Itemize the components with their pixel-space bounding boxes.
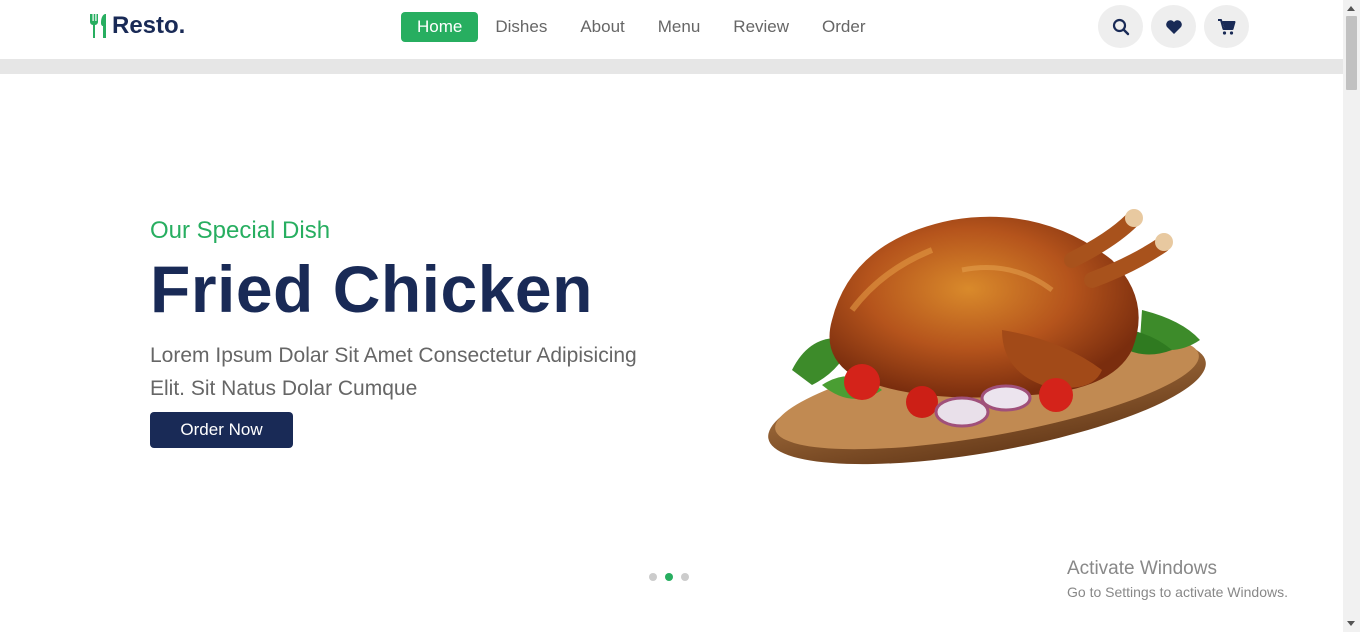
hero-subtitle: Our Special Dish — [150, 217, 331, 244]
nav-review[interactable]: Review — [717, 12, 805, 42]
header: Resto. Home Dishes About Menu Review Ord… — [0, 0, 1343, 59]
slider-pagination — [649, 573, 697, 581]
fried-chicken-image — [768, 209, 1206, 465]
hero-description-line: Lorem Ipsum Dolar Sit Amet Consectetur A… — [150, 344, 637, 367]
main-nav: Home Dishes About Menu Review Order — [401, 12, 883, 42]
wishlist-button[interactable] — [1151, 5, 1196, 48]
nav-home[interactable]: Home — [401, 12, 479, 42]
hero-description: Lorem Ipsum Dolar Sit Amet Consectetur A… — [150, 339, 710, 405]
nav-menu[interactable]: Menu — [642, 12, 717, 42]
scrollbar[interactable] — [1343, 0, 1360, 632]
nav-dishes[interactable]: Dishes — [479, 12, 563, 42]
cart-icon — [1217, 18, 1235, 35]
heart-icon — [1165, 19, 1182, 34]
slider-dot-active[interactable] — [665, 573, 673, 581]
watermark-subtitle: Go to Settings to activate Windows. — [1067, 584, 1288, 600]
cart-button[interactable] — [1204, 5, 1249, 48]
scroll-down-arrow-icon[interactable] — [1347, 621, 1355, 626]
scroll-thumb[interactable] — [1346, 16, 1357, 90]
windows-activation-watermark: Activate Windows Go to Settings to activ… — [1067, 558, 1288, 600]
search-button[interactable] — [1098, 5, 1143, 48]
nav-about[interactable]: About — [564, 12, 640, 42]
header-divider — [0, 59, 1343, 74]
watermark-title: Activate Windows — [1067, 558, 1217, 579]
nav-order[interactable]: Order — [806, 12, 881, 42]
logo[interactable]: Resto. — [88, 12, 185, 40]
header-icons — [1098, 5, 1257, 48]
order-now-button[interactable]: Order Now — [150, 412, 293, 448]
brand-name: Resto. — [112, 12, 186, 39]
slider-dot[interactable] — [649, 573, 657, 581]
hero-description-line: Elit. Sit Natus Dolar Cumque — [150, 377, 418, 400]
page: Resto. Home Dishes About Menu Review Ord… — [0, 0, 1360, 632]
hero-title: Fried Chicken — [150, 252, 593, 326]
search-icon — [1112, 18, 1129, 35]
hero-content: Our Special Dish Fried Chicken Lorem Ips… — [150, 217, 710, 405]
scroll-up-arrow-icon[interactable] — [1347, 6, 1355, 11]
utensils-icon — [90, 14, 106, 38]
slider-dot[interactable] — [681, 573, 689, 581]
